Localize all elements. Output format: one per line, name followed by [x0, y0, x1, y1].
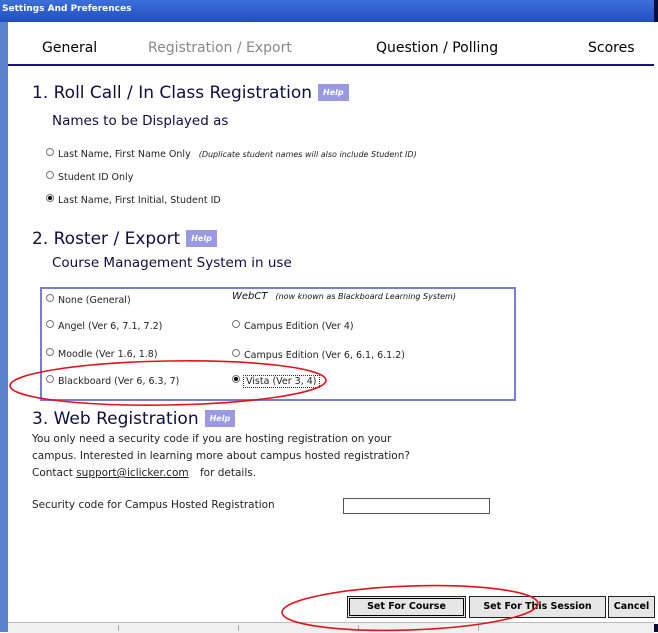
- radio-cms-webct-ce4[interactable]: Campus Edition (Ver 4): [232, 320, 354, 332]
- radio-button[interactable]: [46, 294, 54, 302]
- radio-button-selected[interactable]: [232, 375, 240, 383]
- help-button-web-registration[interactable]: Help: [204, 410, 236, 427]
- option-label: Angel (Ver 6, 7.1, 7.2): [58, 321, 163, 332]
- title-bar: Settings And Preferences: [0, 0, 658, 22]
- radio-cms-blackboard[interactable]: Blackboard (Ver 6, 6.3, 7): [46, 375, 179, 387]
- contact-line: Contact support@iclicker.com for details…: [32, 467, 256, 479]
- radio-cms-none[interactable]: None (General): [46, 294, 131, 306]
- tab-registration-export[interactable]: Registration / Export: [148, 40, 292, 56]
- webct-note: (now known as Blackboard Learning System…: [275, 292, 456, 301]
- tab-bar: General Registration / Export Question /…: [8, 22, 654, 66]
- cms-subheading: Course Management System in use: [52, 255, 292, 271]
- set-for-course-button[interactable]: Set For Course: [347, 596, 466, 618]
- option-label: Campus Edition (Ver 4): [244, 321, 354, 332]
- set-for-session-button[interactable]: Set For This Session: [469, 596, 606, 618]
- security-code-input[interactable]: [343, 498, 490, 514]
- section-heading-text: 1. Roll Call / In Class Registration: [32, 83, 313, 103]
- tab-scores[interactable]: Scores: [588, 40, 635, 56]
- support-email-link[interactable]: support@iclicker.com: [76, 467, 188, 479]
- section-web-registration-heading: 3. Web Registration Help: [32, 409, 236, 429]
- contact-suffix: for details.: [199, 467, 257, 479]
- radio-cms-webct-vista[interactable]: Vista (Ver 3, 4): [232, 375, 320, 388]
- section-heading-text: 2. Roster / Export: [32, 229, 181, 249]
- names-displayed-subheading: Names to be Displayed as: [52, 113, 229, 129]
- option-label: Moodle (Ver 1.6, 1.8): [58, 349, 158, 360]
- option-label: None (General): [58, 295, 131, 306]
- help-button-roster[interactable]: Help: [186, 230, 217, 247]
- option-label: Last Name, First Name Only: [58, 149, 191, 160]
- radio-button-selected[interactable]: [46, 194, 54, 202]
- radio-button[interactable]: [46, 148, 54, 156]
- section-roster-export-heading: 2. Roster / Export Help: [32, 229, 217, 249]
- radio-button[interactable]: [232, 349, 240, 357]
- status-bar: [8, 622, 654, 633]
- webct-label: WebCT (now known as Blackboard Learning S…: [232, 291, 456, 302]
- radio-last-first[interactable]: Last Name, First Name Only (Duplicate stu…: [46, 148, 417, 160]
- radio-button[interactable]: [46, 348, 54, 356]
- window-title: Settings And Preferences: [2, 4, 132, 14]
- radio-cms-angel[interactable]: Angel (Ver 6, 7.1, 7.2): [46, 320, 162, 332]
- radio-last-first-initial-id[interactable]: Last Name, First Initial, Student ID: [46, 194, 221, 206]
- window-left-border: [0, 22, 8, 632]
- help-button-roll-call[interactable]: Help: [318, 84, 349, 101]
- radio-cms-moodle[interactable]: Moodle (Ver 1.6, 1.8): [46, 348, 158, 360]
- radio-button[interactable]: [46, 171, 54, 179]
- web-registration-text-line-1: You only need a security code if you are…: [32, 433, 392, 445]
- tab-question-polling[interactable]: Question / Polling: [376, 40, 498, 56]
- tab-general[interactable]: General: [42, 40, 97, 56]
- web-registration-text-line-2: campus. Interested in learning more abou…: [32, 450, 410, 462]
- section-roll-call-heading: 1. Roll Call / In Class Registration Help: [32, 83, 349, 103]
- webct-title: WebCT: [232, 291, 268, 302]
- security-code-label: Security code for Campus Hosted Registra…: [32, 499, 275, 511]
- radio-student-id[interactable]: Student ID Only: [46, 171, 133, 183]
- section-heading-text: 3. Web Registration: [32, 409, 199, 429]
- option-label: Student ID Only: [58, 172, 134, 183]
- radio-button[interactable]: [46, 320, 54, 328]
- option-label: Last Name, First Initial, Student ID: [58, 195, 221, 206]
- duplicate-names-note: (Duplicate student names will also inclu…: [198, 150, 417, 159]
- radio-button[interactable]: [46, 375, 54, 383]
- cancel-button[interactable]: Cancel: [608, 596, 655, 618]
- radio-button[interactable]: [232, 320, 240, 328]
- radio-cms-webct-ce6[interactable]: Campus Edition (Ver 6, 6.1, 6.1.2): [232, 349, 405, 361]
- contact-prefix: Contact: [32, 467, 73, 479]
- option-label: Vista (Ver 3, 4): [243, 375, 320, 388]
- option-label: Campus Edition (Ver 6, 6.1, 6.1.2): [244, 350, 405, 361]
- option-label: Blackboard (Ver 6, 6.3, 7): [58, 376, 180, 387]
